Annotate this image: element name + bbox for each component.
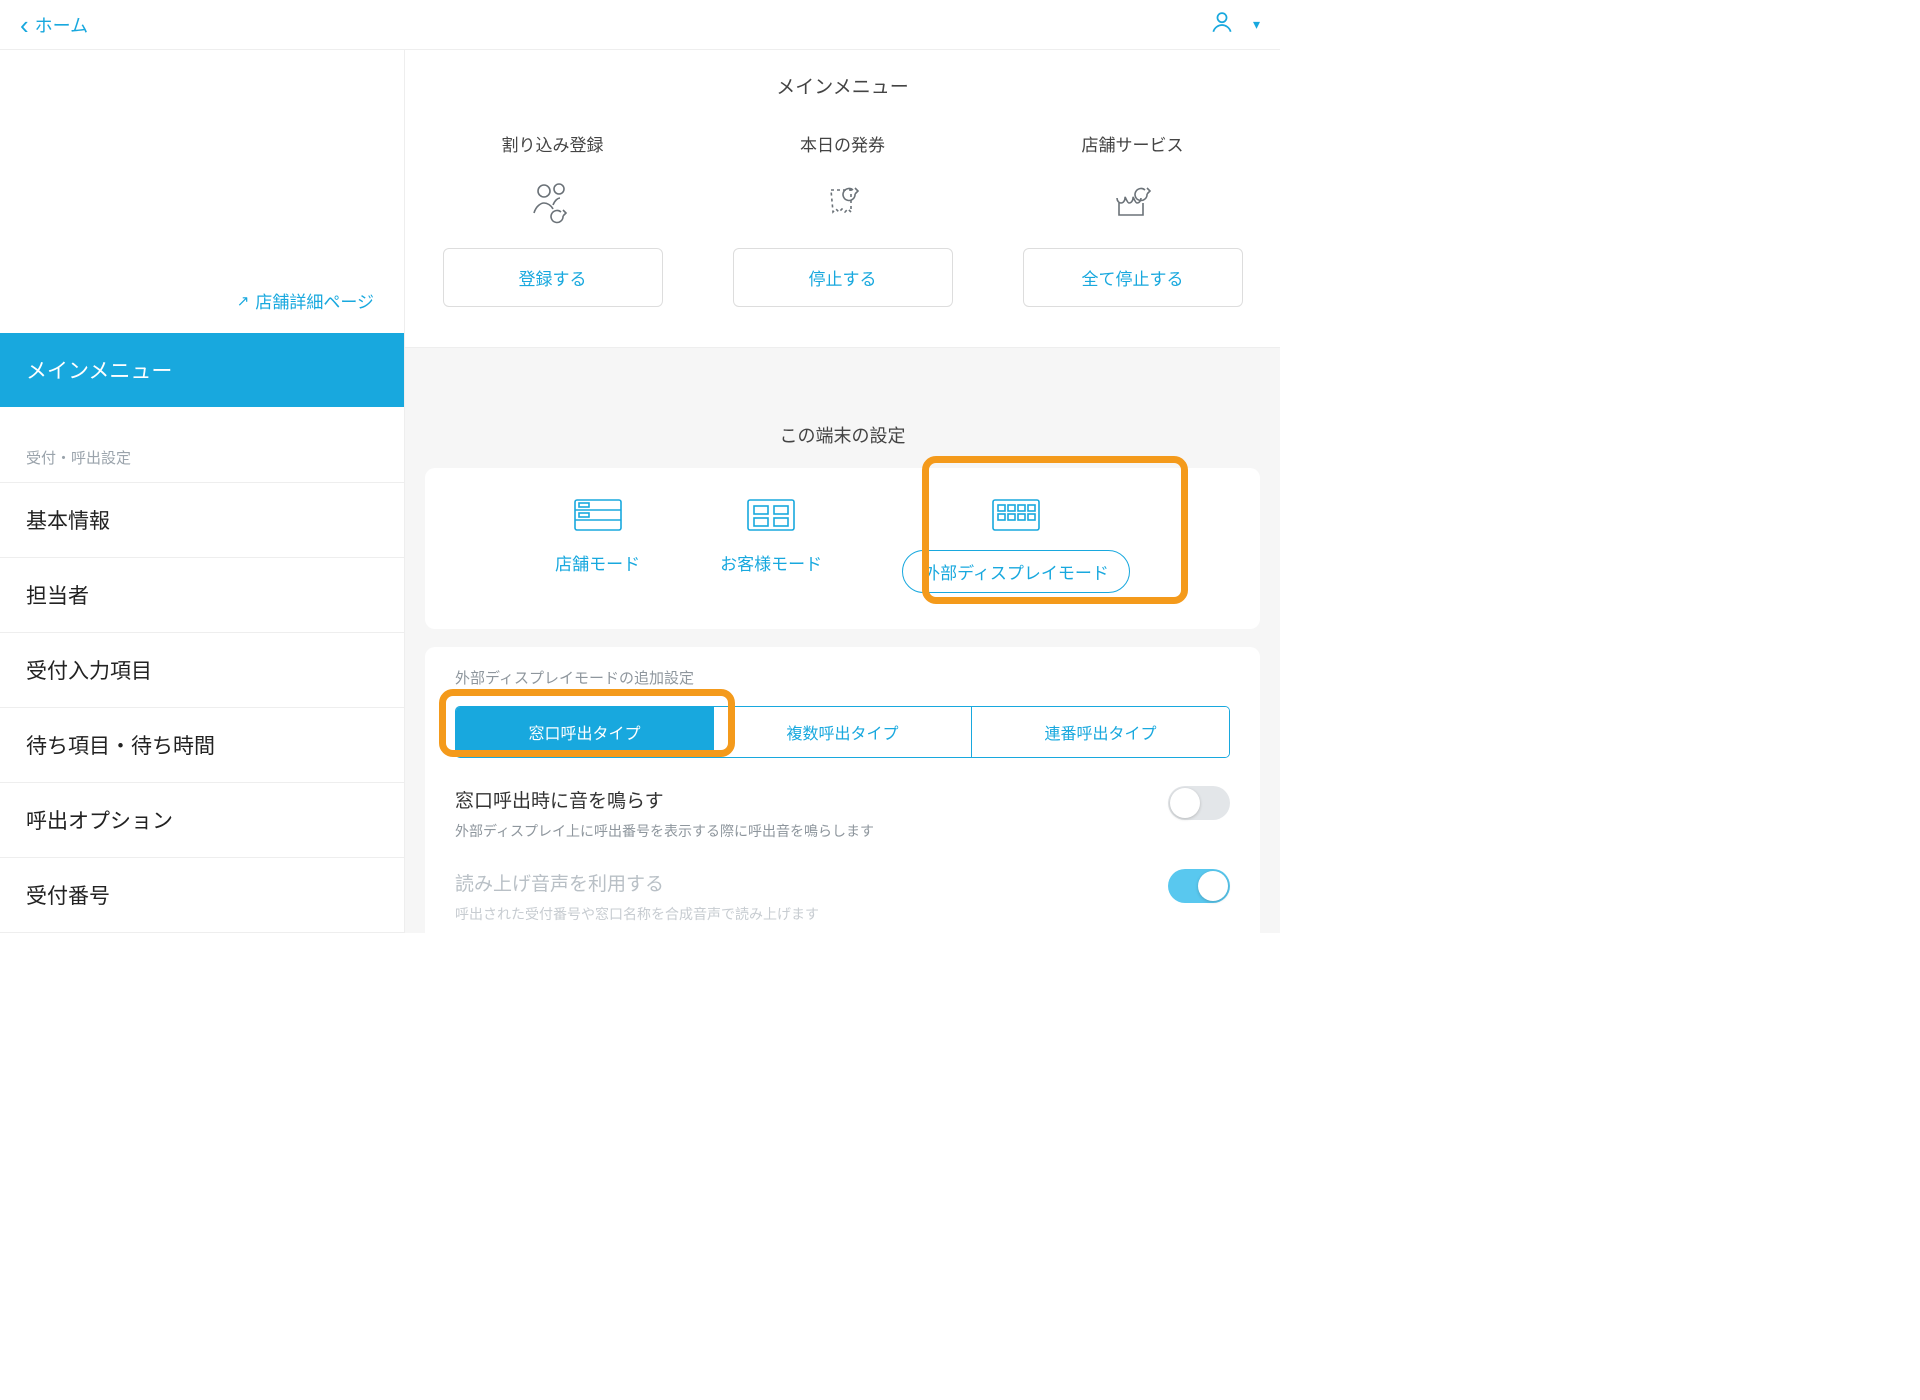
mode-store[interactable]: 店舗モード — [555, 498, 640, 593]
chevron-left-icon: ‹ — [20, 12, 29, 38]
toggle-tts[interactable] — [1168, 869, 1230, 903]
setting-title-multipages: 複数ページの表示方式 — [455, 924, 1230, 933]
sidebar-item-staff[interactable]: 担当者 — [0, 558, 404, 633]
setting-desc: 呼出された受付番号や窓口名称を合成音声で読み上げます — [455, 904, 819, 924]
external-display-mode-icon — [991, 498, 1041, 532]
mode-customer[interactable]: お客様モード — [720, 498, 822, 593]
register-button[interactable]: 登録する — [443, 248, 663, 307]
menu-card-title: 割り込み登録 — [502, 131, 604, 156]
segment-sequence-call[interactable]: 連番呼出タイプ — [971, 707, 1229, 757]
menu-card-interrupt-register: 割り込み登録 登録する — [443, 131, 663, 307]
sidebar-item-input-items[interactable]: 受付入力項目 — [0, 633, 404, 708]
sidebar-item-wait-items[interactable]: 待ち項目・待ち時間 — [0, 708, 404, 783]
menu-card-store-service: 店舗サービス 全て停止する — [1023, 131, 1243, 307]
terminal-settings-title: この端末の設定 — [405, 408, 1280, 468]
mode-label: 店舗モード — [555, 550, 640, 575]
mode-label-selected: 外部ディスプレイモード — [902, 550, 1130, 593]
main-menu-title: メインメニュー — [405, 50, 1280, 121]
people-refresh-icon — [529, 174, 577, 230]
stop-button[interactable]: 停止する — [733, 248, 953, 307]
extra-settings-label: 外部ディスプレイモードの追加設定 — [455, 661, 1230, 706]
segment-window-call[interactable]: 窓口呼出タイプ — [456, 707, 713, 757]
menu-card-today-ticket: 本日の発券 停止する — [733, 131, 953, 307]
sidebar-item-main-menu[interactable]: メインメニュー — [0, 333, 404, 407]
call-type-segmented: 窓口呼出タイプ 複数呼出タイプ 連番呼出タイプ — [455, 706, 1230, 758]
back-button[interactable]: ‹ ホーム — [20, 12, 88, 38]
toggle-sound[interactable] — [1168, 786, 1230, 820]
segment-multi-call[interactable]: 複数呼出タイプ — [713, 707, 971, 757]
setting-title: 窓口呼出時に音を鳴らす — [455, 786, 874, 813]
setting-row-sound: 窓口呼出時に音を鳴らす 外部ディスプレイ上に呼出番号を表示する際に呼出音を鳴らし… — [455, 758, 1230, 841]
user-icon[interactable] — [1209, 9, 1235, 40]
sidebar: ↗ 店舗詳細ページ メインメニュー 受付・呼出設定 基本情報 担当者 受付入力項… — [0, 50, 405, 933]
sidebar-item-call-options[interactable]: 呼出オプション — [0, 783, 404, 858]
sidebar-item-reception-number[interactable]: 受付番号 — [0, 858, 404, 933]
ticket-refresh-icon — [819, 174, 867, 230]
sidebar-section-label: 受付・呼出設定 — [0, 407, 404, 483]
content-area: メインメニュー 割り込み登録 登録する 本日の発券 — [405, 50, 1280, 933]
setting-desc: 外部ディスプレイ上に呼出番号を表示する際に呼出音を鳴らします — [455, 821, 874, 841]
store-refresh-icon — [1109, 174, 1157, 230]
setting-title: 読み上げ音声を利用する — [455, 869, 819, 896]
mode-label: お客様モード — [720, 550, 822, 575]
mode-external-display[interactable]: 外部ディスプレイモード — [902, 498, 1130, 593]
mode-selector: 店舗モード お客様モード 外部ディスプレイモード — [425, 468, 1260, 629]
setting-row-tts: 読み上げ音声を利用する 呼出された受付番号や窓口名称を合成音声で読み上げます — [455, 841, 1230, 924]
topbar-chevron-down-icon[interactable]: ▾ — [1253, 16, 1260, 33]
store-detail-link-label: 店舗詳細ページ — [255, 288, 374, 313]
stop-all-button[interactable]: 全て停止する — [1023, 248, 1243, 307]
menu-card-title: 店舗サービス — [1082, 131, 1184, 156]
store-mode-icon — [573, 498, 623, 532]
external-link-icon: ↗ — [237, 292, 250, 310]
menu-card-title: 本日の発券 — [800, 131, 885, 156]
extra-settings-panel: 外部ディスプレイモードの追加設定 窓口呼出タイプ 複数呼出タイプ 連番呼出タイプ… — [425, 647, 1260, 933]
store-detail-link[interactable]: ↗ 店舗詳細ページ — [237, 288, 374, 313]
back-label: ホーム — [35, 12, 88, 38]
sidebar-item-basic-info[interactable]: 基本情報 — [0, 483, 404, 558]
customer-mode-icon — [746, 498, 796, 532]
